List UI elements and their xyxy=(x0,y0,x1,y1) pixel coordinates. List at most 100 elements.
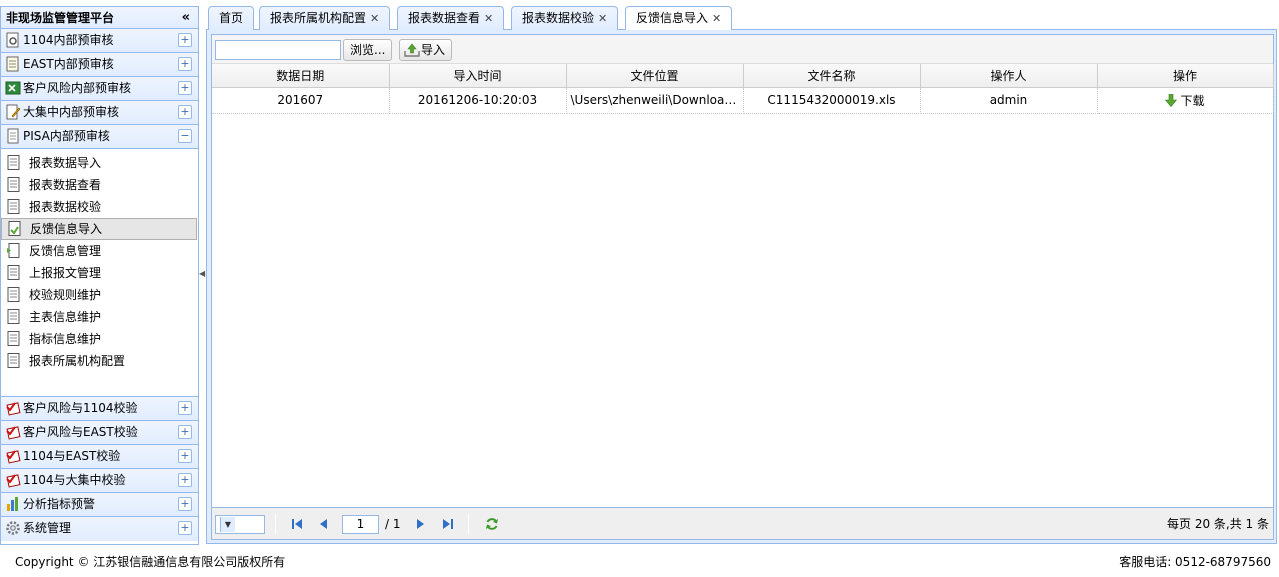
page-total: / 1 xyxy=(385,517,401,531)
expand-icon[interactable]: + xyxy=(178,105,192,119)
pagination-bar: 20 ▼ 1 / 1 每页 20 条,共 1 条 xyxy=(212,507,1273,539)
menu-item-feedback-manage[interactable]: 反馈信息管理 xyxy=(1,240,198,262)
page-number-input[interactable]: 1 xyxy=(342,515,379,534)
section-pisa-pre-review[interactable]: PISA内部预审核 − xyxy=(1,125,198,149)
document-icon xyxy=(7,128,19,144)
expand-icon[interactable]: + xyxy=(178,425,192,439)
tab-content: 浏览... 导入 数据日期 导入时间 文件位置 文件名称 操作人 操作 2016… xyxy=(206,30,1277,544)
grid-toolbar: 浏览... 导入 xyxy=(212,35,1273,64)
section-customer-risk-1104[interactable]: 客户风险与1104校验 + xyxy=(1,397,198,421)
cell-file-location: \Users\zhenweili\Downloads\C111543200001… xyxy=(566,87,744,114)
document-icon xyxy=(7,287,20,302)
last-page-icon[interactable] xyxy=(441,517,455,531)
tab-report-data-view[interactable]: 报表数据查看 ✕ xyxy=(397,6,505,30)
expand-icon[interactable]: + xyxy=(178,473,192,487)
checklist-icon xyxy=(6,474,21,488)
menu-item-feedback-import[interactable]: 反馈信息导入 xyxy=(1,218,197,240)
menu-item-indicator-info[interactable]: 指标信息维护 xyxy=(1,328,198,350)
refresh-icon[interactable] xyxy=(485,517,499,531)
menu-item-validation-rules[interactable]: 校验规则维护 xyxy=(1,284,198,306)
tab-feedback-import[interactable]: 反馈信息导入 ✕ xyxy=(625,6,733,31)
spreadsheet-icon xyxy=(6,56,19,72)
table-row[interactable]: 201607 20161206-10:20:03 \Users\zhenweil… xyxy=(212,87,1274,114)
cell-operator: admin xyxy=(920,87,1098,114)
section-1104-east[interactable]: 1104与EAST校验 + xyxy=(1,445,198,469)
tab-report-data-validate[interactable]: 报表数据校验 ✕ xyxy=(511,6,619,30)
checklist-icon xyxy=(6,426,21,440)
data-grid: 浏览... 导入 数据日期 导入时间 文件位置 文件名称 操作人 操作 2016… xyxy=(211,34,1274,540)
expand-icon[interactable]: + xyxy=(178,497,192,511)
cell-data-date: 201607 xyxy=(212,87,390,114)
close-icon[interactable]: ✕ xyxy=(598,12,607,25)
menu-item-report-message-manage[interactable]: 上报报文管理 xyxy=(1,262,198,284)
section-analysis-warning[interactable]: 分析指标预警 + xyxy=(1,493,198,517)
section-customer-risk-pre-review[interactable]: 客户风险内部预审核 + xyxy=(1,77,198,101)
excel-icon xyxy=(5,81,21,95)
sidebar-header: 非现场监管管理平台 « xyxy=(1,7,198,29)
section-east-pre-review[interactable]: EAST内部预审核 + xyxy=(1,53,198,77)
cell-action: 下载 xyxy=(1097,87,1274,114)
chevron-down-icon: ▼ xyxy=(220,517,235,532)
pager-divider xyxy=(468,514,469,534)
collapse-sidebar-icon[interactable]: « xyxy=(182,7,190,29)
menu-item-main-table-info[interactable]: 主表信息维护 xyxy=(1,306,198,328)
next-page-icon[interactable] xyxy=(413,517,427,531)
document-icon xyxy=(7,331,20,346)
download-arrow-icon xyxy=(1165,93,1178,107)
expand-icon[interactable]: + xyxy=(178,449,192,463)
section-system-manage[interactable]: 系统管理 + xyxy=(1,517,198,541)
cell-file-name: C1115432000019.xls xyxy=(743,87,921,114)
menu-item-report-data-view[interactable]: 报表数据查看 xyxy=(1,174,198,196)
expand-icon[interactable]: + xyxy=(178,57,192,71)
collapse-icon[interactable]: − xyxy=(178,129,192,143)
settings-doc-icon xyxy=(6,32,19,48)
section-1104-pre-review[interactable]: 1104内部预审核 + xyxy=(1,29,198,53)
upload-icon xyxy=(404,43,420,57)
checklist-icon xyxy=(6,450,21,464)
tab-report-org-config[interactable]: 报表所属机构配置 ✕ xyxy=(259,6,391,30)
export-doc-icon xyxy=(7,243,20,258)
expand-icon[interactable]: + xyxy=(178,401,192,415)
menu-item-report-org-config[interactable]: 报表所属机构配置 xyxy=(1,350,198,372)
section-centralized-pre-review[interactable]: 大集中内部预审核 + xyxy=(1,101,198,125)
checklist-icon xyxy=(6,402,21,416)
document-icon xyxy=(7,155,20,170)
menu-item-report-data-validate[interactable]: 报表数据校验 xyxy=(1,196,198,218)
expand-icon[interactable]: + xyxy=(178,33,192,47)
chevron-left-icon: ◀ xyxy=(199,269,206,278)
sidebar: 非现场监管管理平台 « 1104内部预审核 + EAST内部预审核 + 客户风险… xyxy=(0,6,199,545)
file-path-input[interactable] xyxy=(215,40,341,60)
browse-button[interactable]: 浏览... xyxy=(343,39,393,61)
tab-home[interactable]: 首页 xyxy=(208,6,255,30)
pisa-menu: 报表数据导入 报表数据查看 报表数据校验 反馈信息导入 反馈信息管理 上报报文管… xyxy=(1,149,198,397)
column-header-import-time[interactable]: 导入时间 xyxy=(389,64,567,88)
expand-icon[interactable]: + xyxy=(178,81,192,95)
close-icon[interactable]: ✕ xyxy=(370,12,379,25)
tab-bar: 首页 报表所属机构配置 ✕ 报表数据查看 ✕ 报表数据校验 ✕ 反馈信息导入 ✕ xyxy=(206,6,1277,31)
menu-item-report-data-import[interactable]: 报表数据导入 xyxy=(1,152,198,174)
gear-icon xyxy=(6,521,20,535)
sidebar-splitter[interactable]: ◀ xyxy=(199,255,205,295)
app-title: 非现场监管管理平台 xyxy=(6,11,115,25)
section-1104-centralized[interactable]: 1104与大集中校验 + xyxy=(1,469,198,493)
import-button[interactable]: 导入 xyxy=(399,39,453,61)
feedback-table: 数据日期 导入时间 文件位置 文件名称 操作人 操作 201607 201612… xyxy=(212,64,1274,114)
close-icon[interactable]: ✕ xyxy=(484,12,493,25)
column-header-file-location[interactable]: 文件位置 xyxy=(566,64,744,88)
column-header-data-date[interactable]: 数据日期 xyxy=(212,64,390,88)
edit-doc-icon xyxy=(6,104,21,120)
page-size-select[interactable]: 20 ▼ xyxy=(215,515,265,534)
column-header-file-name[interactable]: 文件名称 xyxy=(743,64,921,88)
download-link[interactable]: 下载 xyxy=(1165,93,1205,108)
first-page-icon[interactable] xyxy=(290,517,304,531)
footer-copyright: Copyright © 江苏银信融通信息有限公司版权所有 xyxy=(15,555,286,569)
column-header-action[interactable]: 操作 xyxy=(1097,64,1274,88)
section-customer-risk-east[interactable]: 客户风险与EAST校验 + xyxy=(1,421,198,445)
expand-icon[interactable]: + xyxy=(178,521,192,535)
footer-phone: 客服电话: 0512-68797560 xyxy=(1119,555,1271,569)
document-icon xyxy=(7,309,20,324)
import-doc-icon xyxy=(8,221,21,236)
close-icon[interactable]: ✕ xyxy=(712,12,721,25)
column-header-operator[interactable]: 操作人 xyxy=(920,64,1098,88)
prev-page-icon[interactable] xyxy=(317,517,331,531)
